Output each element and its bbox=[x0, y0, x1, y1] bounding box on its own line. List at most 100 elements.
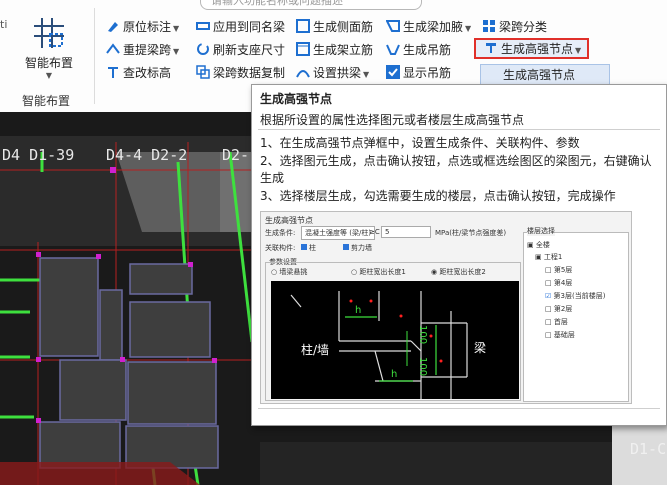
floor-item: ▣ 工程1 bbox=[535, 253, 563, 261]
dropdown-menu-item[interactable]: 生成高强节点 bbox=[480, 64, 610, 86]
divider bbox=[94, 8, 95, 104]
tool-label: 设置拱梁 bbox=[313, 66, 362, 80]
cond-select: 混凝土强度等 (梁/柱) bbox=[301, 226, 376, 240]
tool-label: 生成侧面筋 bbox=[313, 20, 374, 34]
dialog-title: 生成高强节点 bbox=[265, 216, 313, 225]
tool-label: 刷新支座尺寸 bbox=[213, 43, 286, 57]
dropdown-item-icon bbox=[489, 67, 503, 79]
generate-erection-rebar-button[interactable]: 生成架立筋 bbox=[296, 40, 373, 60]
hanger-icon bbox=[386, 42, 400, 56]
cad-label-dim: 100 bbox=[417, 357, 428, 377]
annotation-icon bbox=[106, 19, 120, 33]
generate-haunch-button[interactable]: 生成梁加腋 ▼ bbox=[385, 17, 472, 37]
generate-hanger-rebar-button[interactable]: 生成吊筋 bbox=[386, 40, 451, 60]
tooltip-step: 2、选择图元生成，点击确认按钮，点选或框选绘图区的梁图元，右键确认生成 bbox=[260, 154, 652, 185]
copy-icon bbox=[196, 65, 210, 79]
tool-label: 原位标注 bbox=[123, 20, 172, 34]
axis-label-2: D4-4 D2-2 bbox=[106, 146, 188, 164]
tool-label: 应用到同名梁 bbox=[213, 20, 286, 34]
floor-item: □ 基础层 bbox=[545, 331, 575, 339]
floor-item: □ 第5层 bbox=[545, 266, 573, 274]
generate-side-rebar-button[interactable]: 生成侧面筋 bbox=[296, 17, 373, 37]
checkbox-checked-icon bbox=[386, 65, 400, 79]
arch-icon bbox=[296, 65, 310, 79]
axis-label-4: D1-C bbox=[630, 440, 667, 458]
dialog-preview-image: 生成高强节点 生成条件: 混凝土强度等 (梁/柱) ≥C 5 MPa(柱/梁节点… bbox=[260, 211, 632, 404]
haunch-icon bbox=[385, 19, 400, 33]
re-extract-span-button[interactable]: 重提梁跨 ▼ bbox=[106, 40, 179, 60]
chevron-down-icon: ▼ bbox=[575, 46, 582, 55]
tool-label: 重提梁跨 bbox=[123, 43, 172, 57]
tooltip-step: 3、选择楼层生成，勾选需要生成的楼层，点击确认按钮，完成操作 bbox=[260, 189, 616, 203]
feature-tooltip: 生成高强节点 根据所设置的属性选择图元或者楼层生成高强节点 1、在生成高强节点弹… bbox=[251, 84, 667, 426]
search-input[interactable]: 请输入功能名称或问题描述 bbox=[200, 0, 422, 10]
radio-option: ○ 距柱宽出长度1 bbox=[351, 268, 406, 276]
tooltip-subtitle: 根据所设置的属性选择图元或者楼层生成高强节点 bbox=[260, 113, 525, 127]
beam-span-classify-button[interactable]: 梁跨分类 bbox=[482, 17, 547, 37]
cond-number: 5 bbox=[381, 226, 431, 238]
cad-label-h: h bbox=[391, 369, 398, 380]
rel-option: 剪力墙 bbox=[343, 243, 372, 253]
copy-span-data-button[interactable]: 梁跨数据复制 bbox=[196, 63, 285, 83]
cad-label-dim: 100 bbox=[417, 325, 428, 345]
tool-label: 生成梁加腋 bbox=[403, 20, 464, 34]
dropdown-item-label: 生成高强节点 bbox=[503, 68, 576, 82]
erection-rebar-icon bbox=[296, 42, 310, 56]
floor-item: ☑ 第3层(当前楼层) bbox=[545, 292, 606, 300]
tool-label: 生成吊筋 bbox=[403, 43, 452, 57]
tool-label: 生成架立筋 bbox=[313, 43, 374, 57]
tooltip-step: 1、在生成高强节点弹框中，设置生成条件、关联构件、参数 bbox=[260, 136, 580, 150]
divider bbox=[258, 129, 660, 130]
edit-elevation-button[interactable]: 查改标高 bbox=[106, 63, 171, 83]
axis-label-3: D2- bbox=[222, 146, 250, 164]
tool-label: 查改标高 bbox=[123, 66, 172, 80]
chevron-down-icon: ▼ bbox=[45, 71, 53, 80]
smart-layout-label: 智能布置 bbox=[24, 56, 73, 70]
rel-option: 柱 bbox=[301, 243, 316, 253]
apply-same-name-beam-button[interactable]: 应用到同名梁 bbox=[196, 17, 285, 37]
cond-unit: MPa(柱/梁节点强度差) bbox=[435, 229, 507, 237]
side-rebar-icon bbox=[296, 19, 310, 33]
cad-label-beam: 梁 bbox=[474, 341, 487, 355]
divider bbox=[258, 408, 660, 409]
tool-label: 梁跨数据复制 bbox=[213, 66, 286, 80]
cad-label-h: h bbox=[355, 305, 362, 316]
tool-label: 显示吊筋 bbox=[403, 66, 452, 80]
refresh-icon bbox=[196, 42, 210, 56]
generate-high-strength-node-button[interactable]: 生成高强节点 ▼ bbox=[484, 39, 581, 59]
cad-preview: 柱/墙 梁 h h 100 100 bbox=[271, 281, 519, 399]
cond-label: 生成条件: bbox=[265, 229, 296, 237]
tool-label: 生成高强节点 bbox=[501, 42, 574, 56]
collapsed-panel-stub: ti bbox=[0, 18, 8, 31]
chevron-down-icon: ▼ bbox=[465, 24, 472, 33]
node-icon bbox=[484, 41, 498, 55]
elevation-icon bbox=[106, 65, 120, 79]
chevron-down-icon: ▼ bbox=[363, 70, 370, 79]
radio-option: ○ 墙梁悬挑 bbox=[271, 268, 308, 276]
in-situ-annotation-button[interactable]: 原位标注 ▼ bbox=[106, 17, 179, 37]
group-label: 智能布置 bbox=[22, 94, 71, 108]
floor-panel-title: 楼层选择 bbox=[527, 226, 555, 236]
floor-item: □ 首层 bbox=[545, 318, 568, 326]
apply-icon bbox=[196, 19, 210, 33]
set-arch-beam-button[interactable]: 设置拱梁 ▼ bbox=[296, 63, 369, 83]
smart-layout-button[interactable]: 智能布置 ▼ bbox=[20, 14, 78, 90]
chevron-down-icon: ▼ bbox=[173, 47, 180, 56]
cad-label-column: 柱/墙 bbox=[301, 343, 330, 357]
grid-layout-icon bbox=[32, 16, 66, 50]
floor-item: □ 第4层 bbox=[545, 279, 573, 287]
chevron-down-icon: ▼ bbox=[173, 24, 180, 33]
show-hanger-rebar-checkbox[interactable]: 显示吊筋 bbox=[386, 63, 451, 83]
tooltip-title: 生成高强节点 bbox=[260, 92, 333, 106]
cond-op: ≥C bbox=[369, 228, 380, 236]
classify-icon bbox=[482, 19, 496, 33]
refresh-support-size-button[interactable]: 刷新支座尺寸 bbox=[196, 40, 285, 60]
span-icon bbox=[106, 42, 120, 56]
tool-label: 梁跨分类 bbox=[499, 20, 548, 34]
tooltip-steps: 1、在生成高强节点弹框中，设置生成条件、关联构件、参数 2、选择图元生成，点击确… bbox=[260, 135, 656, 206]
floor-item: □ 第2层 bbox=[545, 305, 573, 313]
rel-label: 关联构件: bbox=[265, 244, 296, 252]
radio-option: ◉ 距柱宽出长度2 bbox=[431, 268, 486, 276]
axis-label-1: D4 D1-39 bbox=[2, 146, 75, 164]
floor-item: ▣ 全楼 bbox=[527, 241, 550, 249]
